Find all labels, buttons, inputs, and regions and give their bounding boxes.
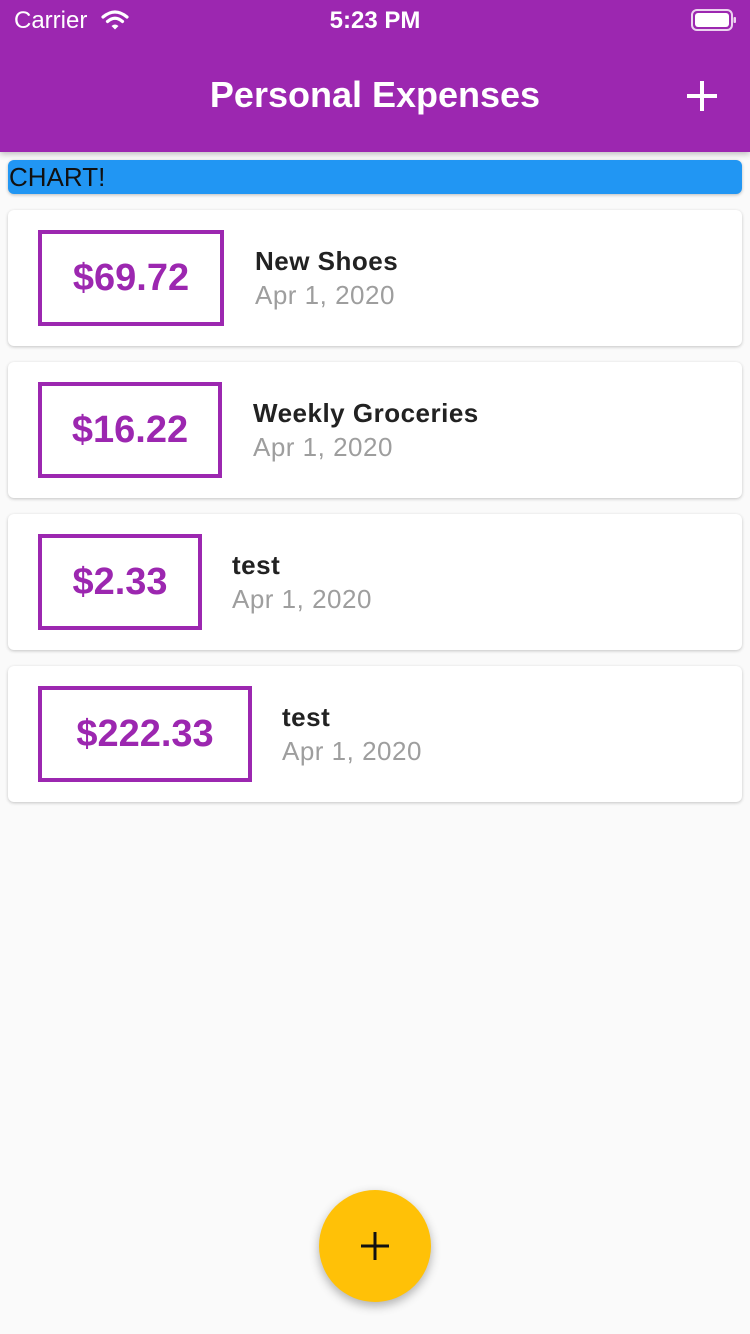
amount-box: $222.33 [38, 686, 252, 782]
plus-icon [361, 1232, 389, 1260]
list-item: $16.22 Weekly Groceries Apr 1, 2020 [8, 362, 742, 498]
battery-icon [691, 9, 736, 31]
transaction-date: Apr 1, 2020 [282, 736, 422, 766]
list-item: $69.72 New Shoes Apr 1, 2020 [8, 210, 742, 346]
amount-box: $2.33 [38, 534, 202, 630]
add-transaction-button[interactable] [674, 68, 730, 124]
transaction-date: Apr 1, 2020 [232, 584, 372, 614]
status-bar: Carrier 5:23 PM [0, 0, 750, 40]
transaction-title: test [232, 550, 281, 580]
transaction-date: Apr 1, 2020 [253, 432, 393, 462]
chart-placeholder: CHART! [8, 160, 742, 194]
app-bar: Carrier 5:23 PM Personal Expenses [0, 0, 750, 152]
plus-icon [687, 81, 717, 111]
transaction-date: Apr 1, 2020 [255, 280, 395, 310]
amount-box: $69.72 [38, 230, 224, 326]
status-time: 5:23 PM [329, 7, 421, 34]
list-item: $2.33 test Apr 1, 2020 [8, 514, 742, 650]
page-title: Personal Expenses [209, 74, 541, 115]
list-item: $222.33 test Apr 1, 2020 [8, 666, 742, 802]
transaction-title: test [282, 702, 331, 732]
add-transaction-fab[interactable] [319, 1190, 431, 1302]
amount-box: $16.22 [38, 382, 222, 478]
transaction-title: New Shoes [255, 246, 399, 276]
transaction-title: Weekly Groceries [253, 398, 479, 428]
